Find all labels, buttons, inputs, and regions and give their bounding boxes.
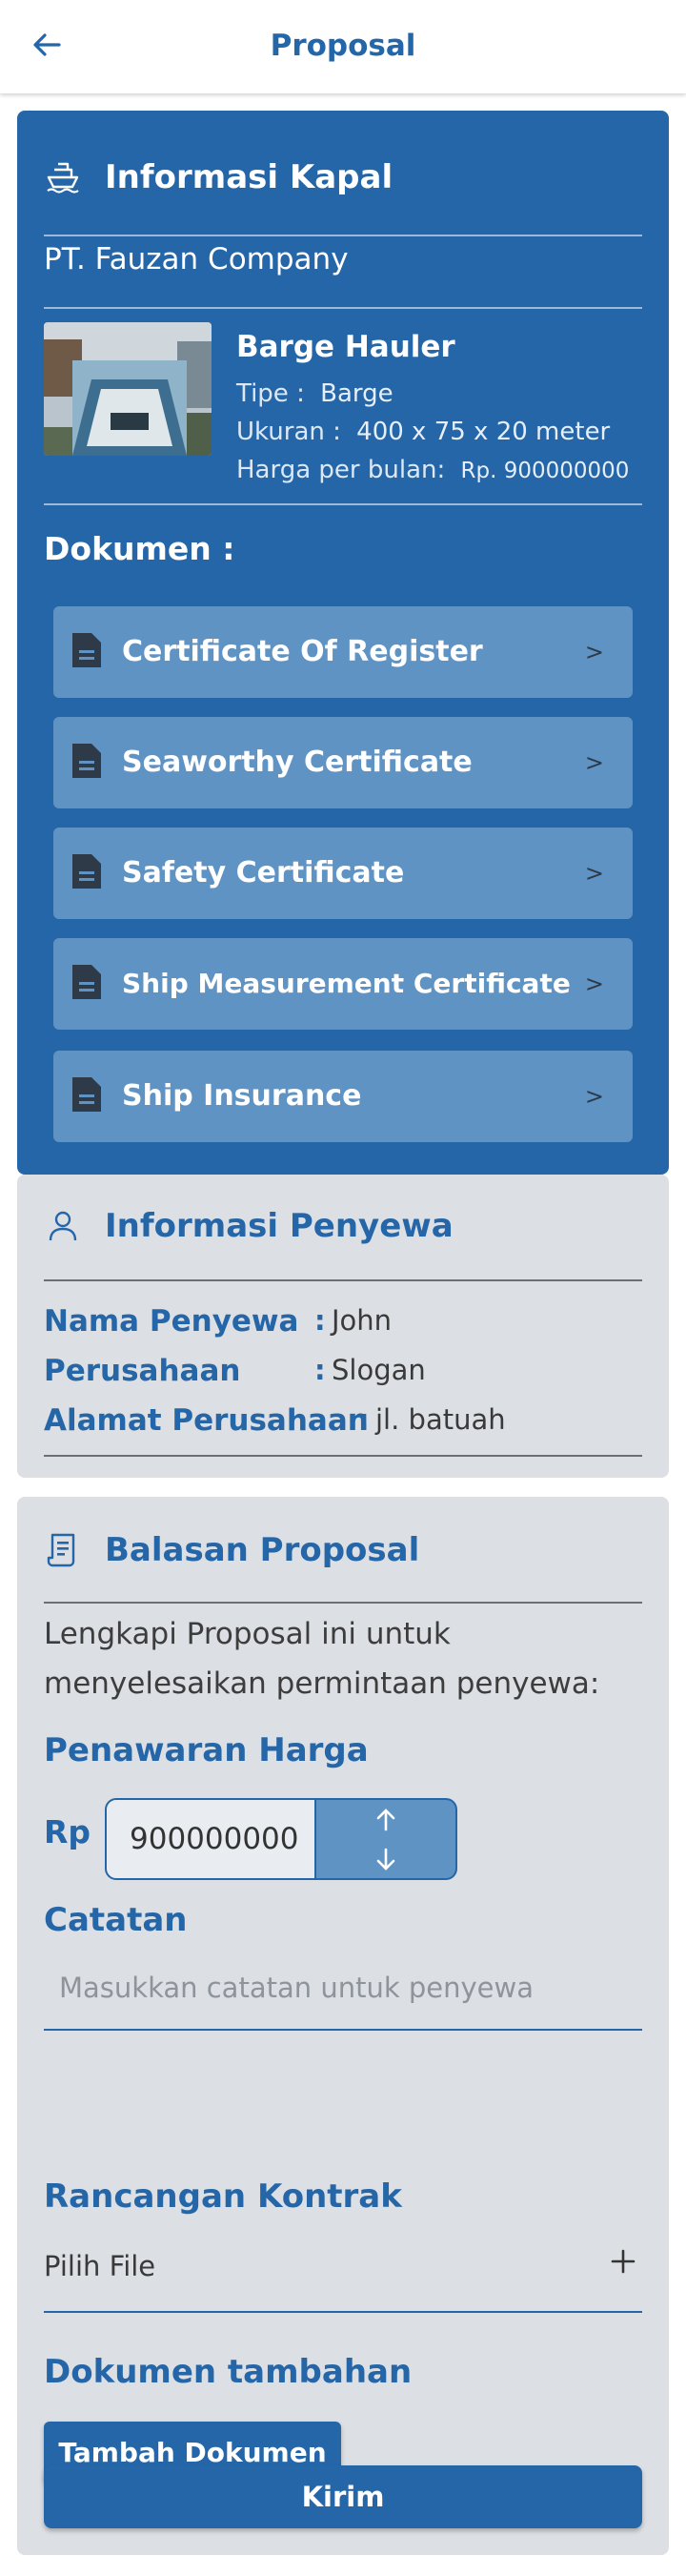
document-item-ship-measurement-certificate[interactable]: Ship Measurement Certificate > bbox=[53, 938, 633, 1030]
document-label: Seaworthy Certificate bbox=[122, 746, 473, 779]
document-label: Ship Insurance bbox=[122, 1079, 362, 1113]
ship-price-label: Harga per bulan: bbox=[236, 456, 446, 484]
file-icon bbox=[72, 965, 101, 999]
document-label: Ship Measurement Certificate bbox=[122, 968, 571, 999]
ship-type-row: Tipe : Barge bbox=[236, 379, 393, 408]
extra-docs-title: Dokumen tambahan bbox=[44, 2353, 413, 2391]
ship-price-row: Harga per bulan: Rp. 900000000 bbox=[236, 456, 629, 484]
ship-info-card: Informasi Kapal PT. Fauzan Company Barge… bbox=[17, 111, 669, 1175]
file-icon bbox=[72, 1077, 101, 1112]
renter-info-header: Informasi Penyewa bbox=[44, 1207, 454, 1245]
file-underline bbox=[44, 2311, 642, 2313]
ship-type-value: Barge bbox=[320, 379, 393, 408]
price-offer-title: Penawaran Harga bbox=[44, 1731, 369, 1769]
divider bbox=[44, 503, 642, 505]
divider bbox=[44, 1279, 642, 1281]
proposal-intro-text: Lengkapi Proposal ini untuk menyelesaika… bbox=[44, 1617, 600, 1701]
notes-underline bbox=[44, 2029, 642, 2031]
ship-photo bbox=[44, 322, 212, 456]
ship-info-header: Informasi Kapal bbox=[44, 158, 393, 196]
contract-title: Rancangan Kontrak bbox=[44, 2177, 402, 2216]
company-name: PT. Fauzan Company bbox=[44, 242, 349, 276]
ship-size-row: Ukuran : 400 x 75 x 20 meter bbox=[236, 418, 610, 446]
arrow-up-icon bbox=[376, 1808, 395, 1830]
chevron-right-icon: > bbox=[584, 971, 604, 997]
price-stepper[interactable] bbox=[316, 1798, 457, 1880]
renter-company-key: Perusahaan bbox=[44, 1354, 241, 1388]
ship-info-title: Informasi Kapal bbox=[105, 158, 393, 196]
renter-info-card: Informasi Penyewa Nama Penyewa : John Pe… bbox=[17, 1175, 669, 1478]
document-label: Safety Certificate bbox=[122, 856, 405, 889]
chevron-right-icon: > bbox=[584, 860, 604, 887]
stepper-down-button[interactable] bbox=[316, 1839, 455, 1878]
renter-name-value: John bbox=[332, 1304, 393, 1337]
submit-button[interactable]: Kirim bbox=[44, 2465, 642, 2528]
divider bbox=[44, 1455, 642, 1457]
currency-label: Rp bbox=[44, 1813, 91, 1850]
kv-separator: : bbox=[314, 1304, 326, 1337]
file-icon bbox=[72, 633, 101, 667]
chevron-right-icon: > bbox=[584, 1083, 604, 1110]
document-item-seaworthy-certificate[interactable]: Seaworthy Certificate > bbox=[53, 717, 633, 808]
add-file-button[interactable] bbox=[604, 2242, 642, 2280]
renter-address-value: jl. batuah bbox=[375, 1403, 506, 1436]
document-item-ship-insurance[interactable]: Ship Insurance > bbox=[53, 1051, 633, 1142]
app-header: Proposal bbox=[0, 0, 686, 93]
ship-price-value: Rp. 900000000 bbox=[460, 459, 630, 483]
chevron-right-icon: > bbox=[584, 639, 604, 665]
notes-input[interactable]: Masukkan catatan untuk penyewa bbox=[59, 1972, 631, 2004]
price-input[interactable]: 900000000 bbox=[105, 1798, 316, 1880]
page-content: Informasi Kapal PT. Fauzan Company Barge… bbox=[0, 93, 686, 2576]
ship-name: Barge Hauler bbox=[236, 330, 455, 364]
plus-icon bbox=[611, 2249, 636, 2274]
divider bbox=[44, 235, 642, 236]
proposal-reply-header: Balasan Proposal bbox=[44, 1531, 419, 1569]
user-icon bbox=[44, 1207, 82, 1245]
stepper-up-button[interactable] bbox=[316, 1800, 455, 1839]
renter-company-value: Slogan bbox=[332, 1354, 426, 1386]
arrow-down-icon bbox=[376, 1848, 395, 1871]
ship-size-value: 400 x 75 x 20 meter bbox=[356, 418, 611, 446]
file-icon bbox=[72, 854, 101, 889]
ship-type-label: Tipe : bbox=[236, 379, 305, 408]
kv-separator: : bbox=[358, 1403, 370, 1436]
ship-icon bbox=[44, 158, 82, 196]
renter-name-key: Nama Penyewa bbox=[44, 1304, 299, 1339]
renter-info-title: Informasi Penyewa bbox=[105, 1207, 454, 1245]
document-item-safety-certificate[interactable]: Safety Certificate > bbox=[53, 828, 633, 919]
ship-size-label: Ukuran : bbox=[236, 418, 341, 446]
document-item-certificate-of-register[interactable]: Certificate Of Register > bbox=[53, 606, 633, 698]
documents-title: Dokumen : bbox=[44, 530, 235, 567]
kv-separator: : bbox=[314, 1354, 326, 1386]
page-title: Proposal bbox=[270, 29, 416, 63]
receipt-icon bbox=[44, 1531, 82, 1569]
divider bbox=[44, 1602, 642, 1604]
chevron-right-icon: > bbox=[584, 749, 604, 776]
choose-file-label[interactable]: Pilih File bbox=[44, 2250, 155, 2282]
divider bbox=[44, 307, 642, 309]
proposal-reply-card: Balasan Proposal Lengkapi Proposal ini u… bbox=[17, 1497, 669, 2555]
notes-title: Catatan bbox=[44, 1901, 188, 1939]
document-label: Certificate Of Register bbox=[122, 635, 483, 668]
renter-address-key: Alamat Perusahaan bbox=[44, 1403, 369, 1438]
file-icon bbox=[72, 744, 101, 778]
proposal-reply-title: Balasan Proposal bbox=[105, 1531, 420, 1569]
